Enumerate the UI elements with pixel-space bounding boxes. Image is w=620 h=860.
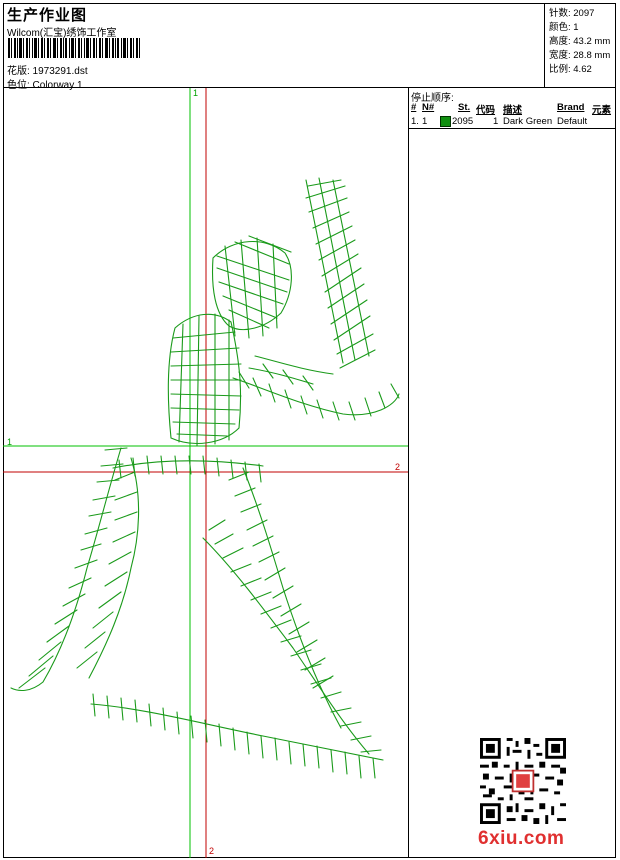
red-horizontal-guide-label: 2 <box>395 462 401 472</box>
panel-divider <box>408 88 409 858</box>
site-logo: 6xiu.com <box>478 828 565 849</box>
stats-panel: 针数: 2097 颜色: 1 高度: 43.2 mm 宽度: 28.8 mm 比… <box>544 3 616 87</box>
column-header-index: # <box>411 102 417 113</box>
stitch-count: 针数: 2097 <box>549 8 595 19</box>
row-brand: Default <box>557 116 588 127</box>
studio-name: Wilcom(汇宝)绣饰工作室 <box>7 28 117 39</box>
column-header-brand: Brand <box>557 102 585 113</box>
pattern-file: 花版: 1973291.dst <box>7 66 88 77</box>
column-header-element: 元素 <box>592 105 612 116</box>
design-scale: 比例: 4.62 <box>549 64 592 75</box>
row-needle: 1 <box>422 116 428 127</box>
red-vertical-guide-label: 2 <box>209 846 215 856</box>
row-index: 1. <box>411 116 419 127</box>
green-horizontal-guide-label: 1 <box>7 437 13 447</box>
row-code: 1 <box>493 116 499 127</box>
sheet-title: 生产作业图 <box>7 7 88 24</box>
stop-sequence-divider <box>409 128 616 129</box>
column-header-stitches: St. <box>458 102 471 113</box>
column-header-description: 描述 <box>503 105 523 116</box>
green-vertical-guide-label: 1 <box>193 88 199 98</box>
qr-code-icon <box>480 738 566 824</box>
batter-design <box>10 177 400 779</box>
design-width: 宽度: 28.8 mm <box>549 50 611 61</box>
row-stitches: 2095 <box>452 116 474 127</box>
thread-color-swatch <box>440 116 451 127</box>
color-count: 颜色: 1 <box>549 22 579 33</box>
design-height: 高度: 43.2 mm <box>549 36 611 47</box>
barcode-icon <box>8 38 140 58</box>
column-header-code: 代码 <box>476 105 496 116</box>
row-description: Dark Green <box>503 116 553 127</box>
embroidery-preview <box>3 88 408 858</box>
column-header-needle: N# <box>422 102 435 113</box>
